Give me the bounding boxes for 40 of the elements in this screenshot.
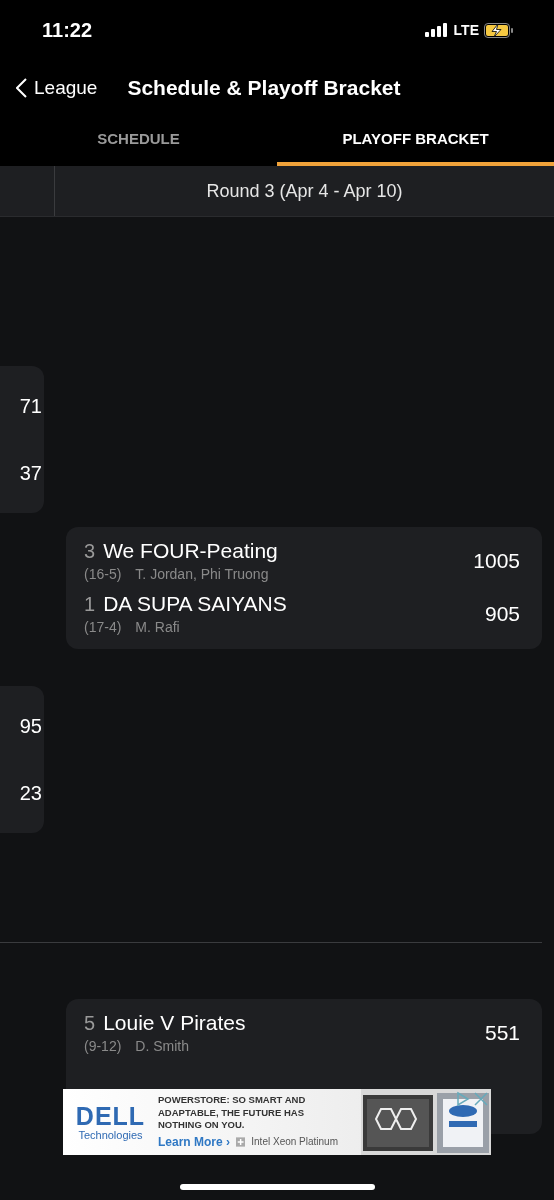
team-score: 905 (484, 601, 520, 626)
ad-caption: Intel Xeon Platinum (251, 1136, 338, 1147)
close-icon[interactable] (474, 1092, 488, 1106)
team-seed: 5 (84, 1012, 96, 1035)
team-managers: M. Rafi (135, 619, 180, 635)
screen-title: Schedule & Playoff Bracket (127, 75, 401, 100)
matchup-card[interactable]: 95 23 (0, 686, 44, 833)
ad-info-icon[interactable] (455, 1091, 471, 1107)
back-button[interactable]: League (16, 76, 98, 99)
team-managers: T. Jordan, Phi Truong (135, 566, 269, 582)
team-score: 1005 (473, 548, 520, 573)
team-score: 95 (19, 714, 42, 738)
chevron-left-icon (16, 77, 27, 98)
network-label: LTE (453, 22, 479, 38)
team-managers: D. Smith (135, 1038, 190, 1054)
team-score: 23 (19, 781, 42, 805)
team-record: (16-5) (84, 566, 122, 582)
ad-link[interactable]: Learn More › (158, 1134, 230, 1149)
ad-brand-logo: DELL (75, 1103, 146, 1129)
matchup-card[interactable]: 5 Louie V Pirates (9-12) D. Smith 551 (66, 999, 542, 1089)
matchup-card[interactable]: 71 37 (0, 366, 44, 513)
team-record: (17-4) (84, 619, 122, 635)
matchup-card[interactable]: 3 We FOUR-Peating (16-5) T. Jordan, Phi Truong 1005 1 DA SUPA SAIYANS (17-4) M. Rafi 905 (66, 527, 542, 649)
card-background (491, 1089, 542, 1134)
team-score: 71 (19, 394, 42, 418)
team-seed: 1 (84, 593, 96, 616)
ad-banner[interactable]: DELL Technologies POWERSTORE: SO SMART AND ADAPTABLE, THE FUTURE HAS NOTHING ON YOU. Learn More › Intel Xeon Platinum (63, 1089, 491, 1155)
team-record: (9-12) (84, 1038, 122, 1054)
signal-icon (424, 23, 449, 37)
team-score: 37 (19, 461, 42, 485)
battery-charging-icon (484, 22, 514, 38)
ad-headline: POWERSTORE: SO SMART AND ADAPTABLE, THE FUTURE HAS NOTHING ON YOU. (158, 1094, 307, 1132)
team-score: 551 (484, 1020, 520, 1045)
tab[interactable]: SCHEDULE (0, 115, 277, 166)
team-name: DA SUPA SAIYANS (103, 592, 287, 616)
team-name: We FOUR-Peating (103, 539, 278, 563)
status-time: 11:22 (42, 18, 93, 42)
team-name: Louie V Pirates (103, 1011, 246, 1035)
ad-brand-subtitle: Technologies (78, 1128, 143, 1141)
team-seed: 3 (84, 540, 96, 563)
